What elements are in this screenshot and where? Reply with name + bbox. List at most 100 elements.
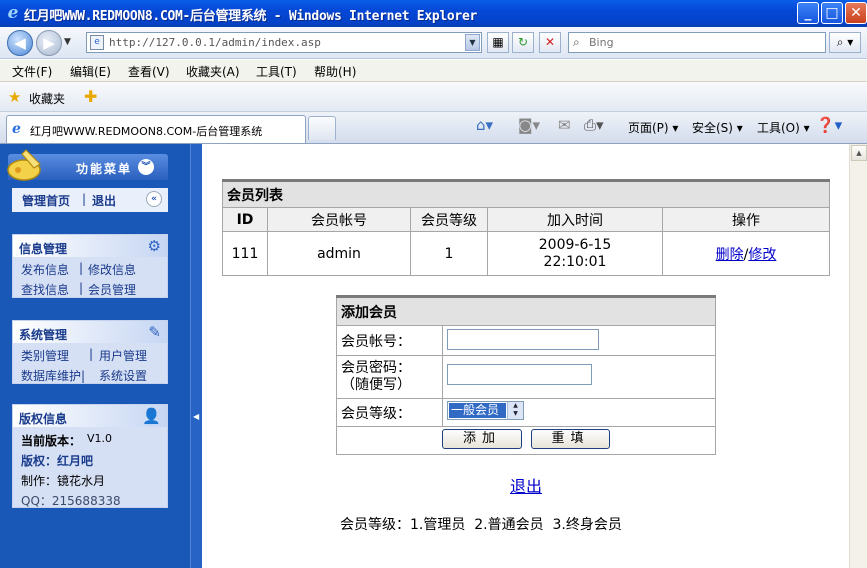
tools-menu[interactable]: 工具(O) ▾	[757, 119, 810, 136]
compatibility-button[interactable]: ▦	[487, 32, 509, 53]
stop-icon: ✕	[544, 35, 556, 49]
admin-sidebar: 功能菜单 ︾ 管理首页 | 退出 « 信息管理 ⚙ 发布信息 | 修改信息 查找信…	[0, 144, 190, 568]
password-hint: （随便写）	[341, 377, 411, 393]
home-icon[interactable]: ⌂▾	[476, 116, 493, 134]
row-actions: 删除/修改	[662, 231, 830, 276]
edit-member-link[interactable]: 修改	[748, 247, 776, 263]
logout-link[interactable]: 退出	[510, 473, 542, 497]
column-header-actions: 操作	[662, 207, 830, 232]
address-url[interactable]: http://127.0.0.1/admin/index.asp	[109, 36, 321, 49]
copyright-qq: QQ：215688338	[21, 494, 121, 508]
add-button[interactable]: 添加	[442, 429, 522, 449]
maximize-button[interactable]: □	[821, 2, 843, 24]
navigation-bar: ◀ ▶ ▼ e http://127.0.0.1/admin/index.asp…	[0, 27, 867, 59]
level-selected-value: 一般会员	[449, 403, 506, 418]
version-label: 当前版本：	[21, 434, 82, 448]
menu-help[interactable]: 帮助(H)	[314, 63, 356, 80]
read-mail-icon[interactable]: ✉	[558, 116, 571, 134]
search-icon: ⌕ ▾	[836, 35, 854, 49]
sidebar-logout-link[interactable]: 退出	[92, 192, 116, 209]
collapse-menu-icon[interactable]: ︾	[138, 159, 154, 175]
stop-button[interactable]: ✕	[539, 32, 561, 53]
minimize-button[interactable]: _	[797, 2, 819, 24]
info-management-title: 信息管理	[19, 242, 68, 256]
copyright-owner: 版权：红月吧	[21, 454, 94, 468]
column-header-level: 会员等级	[410, 207, 488, 232]
member-list-title: 会员列表	[222, 179, 830, 208]
page-icon: e	[90, 35, 104, 50]
sidebar-item-search-info[interactable]: 查找信息	[21, 281, 69, 298]
sidebar-item-system-settings[interactable]: 系统设置	[99, 367, 147, 384]
tab-current[interactable]: e 红月吧WWW.REDMOON8.COM-后台管理系统	[6, 115, 306, 143]
new-tab-button[interactable]	[308, 116, 336, 140]
favorites-bar: ★ 收藏夹 ✚	[0, 82, 867, 112]
forward-arrow-icon: ▶	[43, 34, 55, 52]
sidebar-splitter[interactable]: ◀	[190, 144, 202, 568]
sidebar-item-member-management[interactable]: 会员管理	[88, 281, 136, 298]
feeds-icon[interactable]: ◙▾	[518, 116, 540, 134]
menu-view[interactable]: 查看(V)	[128, 63, 170, 80]
password-input[interactable]	[447, 364, 592, 385]
row-level: 1	[410, 231, 488, 276]
collapse-sidebar-icon[interactable]: «	[146, 191, 162, 207]
close-button[interactable]: ✕	[845, 2, 867, 24]
search-box[interactable]: ⌕	[568, 32, 826, 53]
search-provider-icon: ⌕	[573, 35, 580, 49]
separator: |	[79, 261, 84, 275]
quick-links-separator: |	[82, 192, 87, 206]
refresh-button[interactable]: ↻	[512, 32, 534, 53]
admin-home-link[interactable]: 管理首页	[22, 192, 70, 209]
column-header-id: ID	[222, 207, 268, 232]
forward-button[interactable]: ▶	[36, 30, 62, 56]
address-bar[interactable]: e http://127.0.0.1/admin/index.asp ▼	[86, 32, 482, 53]
menu-file[interactable]: 文件(F)	[12, 63, 52, 80]
page-menu[interactable]: 页面(P) ▾	[628, 119, 678, 136]
safety-menu[interactable]: 安全(S) ▾	[692, 119, 743, 136]
tab-ie-icon: e	[12, 121, 21, 137]
add-member-title: 添加会员	[336, 295, 716, 326]
history-dropdown-icon[interactable]: ▼	[64, 37, 71, 47]
search-go-button[interactable]: ⌕ ▾	[829, 32, 861, 53]
menu-tools[interactable]: 工具(T)	[256, 63, 297, 80]
help-icon[interactable]: ❓▾	[816, 116, 842, 134]
sidebar-item-category-management[interactable]: 类别管理	[21, 347, 69, 364]
favorites-button[interactable]: 收藏夹	[29, 90, 65, 107]
vertical-scrollbar[interactable]: ▲	[849, 144, 867, 568]
delete-member-link[interactable]: 删除	[716, 247, 744, 263]
select-spinner-icon[interactable]: ▲ ▼	[507, 402, 523, 419]
column-header-join-time: 加入时间	[487, 207, 663, 232]
search-input[interactable]	[589, 35, 819, 50]
level-label: 会员等级：	[336, 398, 443, 427]
tab-bar: e 红月吧WWW.REDMOON8.COM-后台管理系统 ⌂▾ ◙▾ ✉ ⎙▾ …	[0, 112, 867, 144]
level-select[interactable]: 一般会员 ▲ ▼	[447, 401, 524, 420]
address-dropdown-icon[interactable]: ▼	[465, 34, 480, 51]
menu-edit[interactable]: 编辑(E)	[70, 63, 111, 80]
add-favorite-icon[interactable]: ✚	[84, 87, 97, 106]
system-management-panel: 系统管理 ✎ 类别管理 | 用户管理 数据库维护| 系统设置	[12, 320, 168, 384]
favorites-star-icon[interactable]: ★	[8, 88, 21, 106]
refresh-icon: ↻	[517, 35, 529, 49]
quick-links: 管理首页 | 退出 «	[12, 188, 168, 212]
back-arrow-icon: ◀	[14, 34, 26, 52]
sidebar-item-publish-info[interactable]: 发布信息	[21, 261, 69, 278]
separator: |	[79, 281, 84, 295]
print-icon[interactable]: ⎙▾	[584, 116, 604, 134]
version-value: V1.0	[87, 432, 113, 445]
scroll-up-icon[interactable]: ▲	[851, 145, 867, 161]
ie-logo-icon: e	[7, 3, 19, 23]
window-titlebar: e 红月吧WWW.REDMOON8.COM-后台管理系统 - Windows I…	[0, 0, 867, 27]
row-account: admin	[267, 231, 411, 276]
sidebar-item-edit-info[interactable]: 修改信息	[88, 261, 136, 278]
reset-button[interactable]: 重填	[531, 429, 610, 449]
row-join-clock: 22:10:01	[543, 253, 607, 270]
splitter-arrow-icon[interactable]: ◀	[193, 412, 199, 421]
sidebar-item-database-maintenance[interactable]: 数据库维护|	[21, 367, 85, 384]
user-icon: 👤	[142, 407, 161, 425]
account-label: 会员帐号：	[336, 325, 443, 356]
back-button[interactable]: ◀	[7, 30, 33, 56]
function-menu-header: 功能菜单 ︾	[7, 149, 168, 181]
menu-favorites[interactable]: 收藏夹(A)	[186, 63, 240, 80]
account-input[interactable]	[447, 329, 599, 350]
function-menu-title: 功能菜单	[76, 162, 133, 176]
sidebar-item-user-management[interactable]: 用户管理	[99, 347, 147, 364]
